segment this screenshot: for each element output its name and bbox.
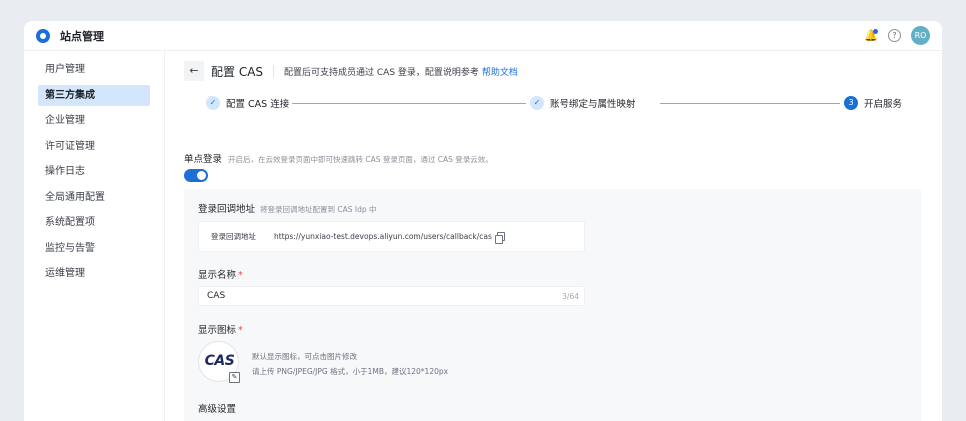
callback-label: 登录回调地址: [211, 232, 256, 241]
sso-label: 单点登录: [184, 154, 223, 165]
header-description: 配置后可支持成员通过 CAS 登录，配置说明参考 帮助文档: [284, 65, 518, 78]
page-title: 配置 CAS: [211, 64, 264, 79]
sso-row: 单点登录 开启后，在云效登录页面中即可快速跳转 CAS 登录页面，通过 CAS …: [184, 151, 493, 165]
icon-desc-1: 默认显示图标，可点击图片修改: [252, 352, 357, 361]
step-connector-1: [292, 103, 526, 104]
display-icon-title-row: 显示图标 *: [198, 322, 243, 336]
notification-bell-icon[interactable]: 🔔: [864, 28, 878, 43]
help-icon[interactable]: ?: [888, 29, 901, 42]
app-logo-icon: [36, 28, 50, 43]
notification-dot: [873, 28, 878, 34]
cas-logo-upload[interactable]: CAS ✎: [198, 341, 240, 383]
check-icon: ✓: [530, 96, 544, 110]
advanced-settings-title: 高级设置: [198, 404, 237, 415]
app-title: 站点管理: [60, 29, 104, 43]
top-bar: 站点管理 🔔 ? RO: [24, 21, 942, 51]
callback-url: https://yunxiao-test.devops.aliyun.com/u…: [274, 232, 492, 241]
callback-hint: 将登录回调地址配置到 CAS Idp 中: [260, 205, 377, 214]
sidebar-item-ops-management[interactable]: 运维管理: [38, 263, 150, 284]
back-arrow-icon[interactable]: ←: [184, 61, 204, 81]
step-1: ✓ 配置 CAS 连接: [206, 96, 289, 110]
step-3-label: 开启服务: [864, 99, 903, 110]
icon-desc-2: 请上传 PNG/JPEG/JPG 格式，小于1MB，建议120*120px: [252, 367, 449, 376]
callback-url-box: 登录回调地址 https://yunxiao-test.devops.aliyu…: [198, 221, 585, 252]
step-2: ✓ 账号绑定与属性映射: [530, 96, 636, 110]
sso-description: 开启后，在云效登录页面中即可快速跳转 CAS 登录页面，通过 CAS 登录云效。: [228, 155, 493, 164]
stepper: ✓ 配置 CAS 连接 ✓ 账号绑定与属性映射 3 开启服务: [206, 96, 902, 112]
copy-icon[interactable]: [494, 232, 505, 244]
required-mark: *: [238, 325, 243, 336]
display-name-char-count: 3/64: [562, 292, 579, 301]
display-name-value: CAS: [207, 291, 226, 301]
header-desc-text: 配置后可支持成员通过 CAS 登录，配置说明参考: [284, 67, 479, 78]
display-name-input[interactable]: CAS 3/64: [198, 286, 585, 306]
main-content: ← 配置 CAS 配置后可支持成员通过 CAS 登录，配置说明参考 帮助文档 ✓ …: [184, 51, 924, 421]
sidebar: 用户管理 第三方集成 企业管理 许可证管理 操作日志 全局通用配置 系统配置项 …: [24, 51, 165, 421]
header-divider: [273, 64, 275, 78]
settings-panel: 登录回调地址 将登录回调地址配置到 CAS Idp 中 登录回调地址 https:…: [184, 189, 921, 421]
sidebar-item-user-management[interactable]: 用户管理: [38, 59, 150, 80]
required-mark: *: [238, 270, 243, 281]
step-3-number: 3: [844, 96, 858, 110]
check-icon: ✓: [206, 96, 220, 110]
sso-toggle[interactable]: [184, 169, 208, 182]
sidebar-item-global-config[interactable]: 全局通用配置: [38, 187, 150, 208]
app-window: 站点管理 🔔 ? RO 用户管理 第三方集成 企业管理 许可证管理 操作日志 全…: [24, 21, 942, 421]
callback-title: 登录回调地址: [198, 204, 256, 215]
help-doc-link[interactable]: 帮助文档: [482, 68, 518, 78]
step-3: 3 开启服务: [844, 96, 902, 110]
display-icon-title: 显示图标: [198, 325, 237, 336]
sidebar-item-enterprise-management[interactable]: 企业管理: [38, 110, 150, 131]
callback-title-row: 登录回调地址 将登录回调地址配置到 CAS Idp 中: [198, 201, 377, 215]
user-avatar[interactable]: RO: [911, 26, 930, 45]
sidebar-item-monitoring-alerts[interactable]: 监控与告警: [38, 238, 150, 259]
sidebar-item-license-management[interactable]: 许可证管理: [38, 136, 150, 157]
sidebar-item-third-party-integration[interactable]: 第三方集成: [38, 84, 150, 106]
sidebar-item-system-config[interactable]: 系统配置项: [38, 212, 150, 233]
display-name-title: 显示名称: [198, 270, 237, 281]
top-actions: 🔔 ? RO: [864, 26, 930, 45]
cas-logo-text: CAS: [204, 353, 235, 369]
step-connector-2: [660, 103, 840, 104]
edit-icon[interactable]: ✎: [229, 372, 240, 383]
display-name-title-row: 显示名称 *: [198, 267, 243, 281]
page-header: ← 配置 CAS 配置后可支持成员通过 CAS 登录，配置说明参考 帮助文档: [184, 61, 518, 81]
sidebar-item-operation-log[interactable]: 操作日志: [38, 161, 150, 182]
step-2-label: 账号绑定与属性映射: [550, 99, 636, 110]
step-1-label: 配置 CAS 连接: [226, 99, 290, 110]
